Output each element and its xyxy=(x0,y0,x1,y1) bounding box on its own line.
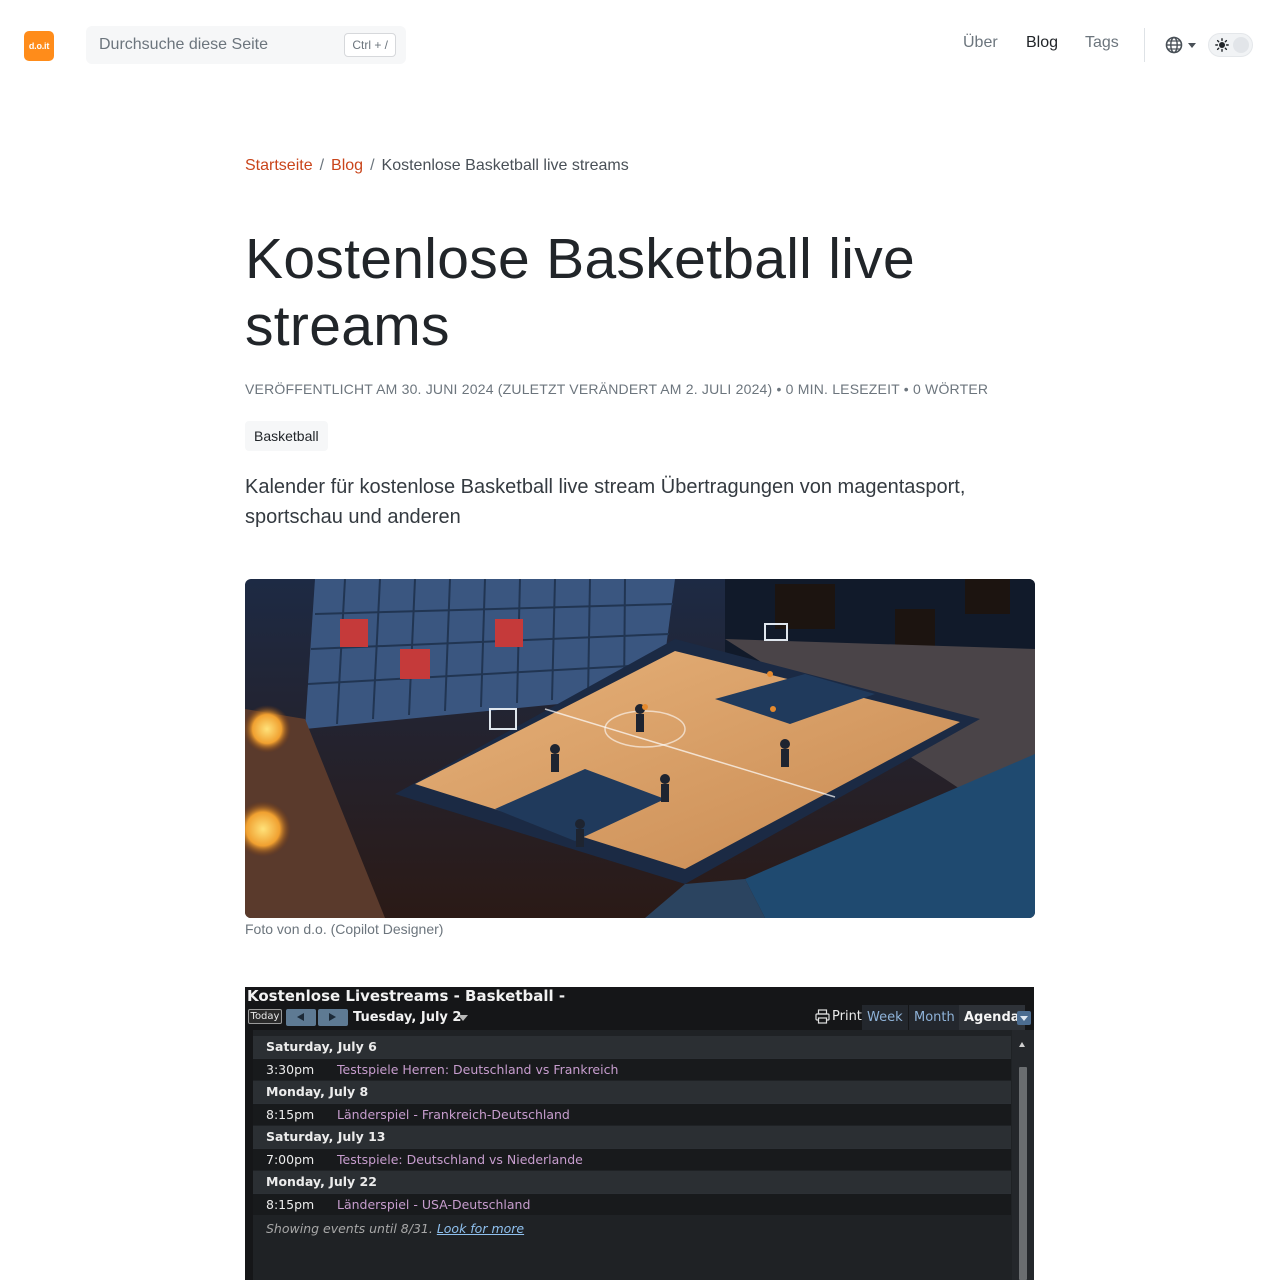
sun-icon xyxy=(1215,38,1229,52)
agenda-event-row[interactable]: 8:15pm Länderspiel - USA-Deutschland xyxy=(253,1193,1011,1215)
nav-link-tags[interactable]: Tags xyxy=(1085,34,1119,52)
article-lead: Kalender für kostenlose Basketball live … xyxy=(245,476,966,528)
event-time: 8:15pm xyxy=(266,1197,315,1212)
breadcrumb-separator: / xyxy=(370,157,375,174)
scroll-up-icon[interactable] xyxy=(1019,1042,1025,1047)
breadcrumb-blog-link[interactable]: Blog xyxy=(331,157,363,174)
language-dropdown-caret-icon[interactable] xyxy=(1188,43,1196,48)
event-title[interactable]: Testspiele Herren: Deutschland vs Frankr… xyxy=(337,1059,618,1080)
chevron-left-icon xyxy=(297,1013,304,1021)
event-title[interactable]: Länderspiel - Frankreich-Deutschland xyxy=(337,1104,570,1125)
nav-link-about[interactable]: Über xyxy=(963,34,998,52)
search-placeholder: Durchsuche diese Seite xyxy=(99,36,268,53)
page-title: Kostenlose Basketball live streams xyxy=(245,227,916,358)
globe-icon[interactable] xyxy=(1165,36,1183,54)
next-button[interactable] xyxy=(318,1009,348,1026)
tag-basketball[interactable]: Basketball xyxy=(245,421,328,451)
agenda-footer: Showing events until 8/31. Look for more xyxy=(266,1221,524,1236)
agenda-event-row[interactable]: 8:15pm Länderspiel - Frankreich-Deutschl… xyxy=(253,1103,1011,1125)
calendar-title: Kostenlose Livestreams - Basketball - xyxy=(247,987,566,1005)
calendar-menu-dropdown[interactable] xyxy=(1017,1011,1031,1025)
agenda-day-header: Saturday, July 13 xyxy=(253,1126,1011,1148)
event-title[interactable]: Länderspiel - USA-Deutschland xyxy=(337,1194,530,1215)
calendar-current-date[interactable]: Tuesday, July 2 xyxy=(353,1010,461,1025)
previous-button[interactable] xyxy=(286,1009,316,1026)
breadcrumb-home-link[interactable]: Startseite xyxy=(245,157,313,174)
article-meta: VERÖFFENTLICHT AM 30. JUNI 2024 (ZULETZT… xyxy=(245,381,989,397)
chevron-right-icon xyxy=(329,1013,336,1021)
nav-link-blog[interactable]: Blog xyxy=(1026,34,1058,52)
agenda-day-header: Saturday, July 6 xyxy=(253,1036,1011,1058)
agenda-scrollbar[interactable] xyxy=(1012,1030,1034,1280)
tab-week[interactable]: Week xyxy=(862,1005,908,1030)
search-shortcut-hint: Ctrl + / xyxy=(344,33,396,57)
look-for-more-link[interactable]: Look for more xyxy=(437,1221,524,1236)
agenda-day-header: Monday, July 8 xyxy=(253,1081,1011,1103)
printer-icon xyxy=(815,1009,830,1024)
event-time: 3:30pm xyxy=(266,1062,315,1077)
agenda-event-row[interactable]: 3:30pm Testspiele Herren: Deutschland vs… xyxy=(253,1058,1011,1080)
event-time: 7:00pm xyxy=(266,1152,315,1167)
event-time: 8:15pm xyxy=(266,1107,315,1122)
scrollbar-thumb[interactable] xyxy=(1019,1067,1027,1280)
site-header: d.o.it Durchsuche diese Seite Ctrl + / Ü… xyxy=(0,0,1280,90)
breadcrumb-separator: / xyxy=(319,157,325,174)
date-picker-caret-icon[interactable] xyxy=(458,1015,468,1021)
print-label: Print xyxy=(832,1009,862,1024)
breadcrumb-current: Kostenlose Basketball live streams xyxy=(381,157,629,174)
image-caption: Foto von d.o. (Copilot Designer) xyxy=(245,921,444,937)
print-button[interactable]: Print xyxy=(815,1009,862,1024)
tab-month[interactable]: Month xyxy=(909,1005,960,1030)
agenda-event-row[interactable]: 7:00pm Testspiele: Deutschland vs Nieder… xyxy=(253,1148,1011,1170)
theme-toggle-knob xyxy=(1233,37,1249,53)
agenda-footer-text: Showing events until 8/31. xyxy=(266,1221,433,1236)
hero-image xyxy=(245,579,1035,918)
header-divider xyxy=(1144,28,1145,62)
site-logo[interactable]: d.o.it xyxy=(24,31,54,61)
search-input[interactable]: Durchsuche diese Seite Ctrl + / xyxy=(86,26,406,64)
breadcrumb: Startseite / Blog / Kostenlose Basketball li… xyxy=(245,157,629,175)
event-title[interactable]: Testspiele: Deutschland vs Niederlande xyxy=(337,1149,583,1170)
agenda-list: Saturday, July 6 3:30pm Testspiele Herre… xyxy=(253,1030,1034,1280)
today-button[interactable]: Today xyxy=(248,1009,282,1024)
agenda-day-header: Monday, July 22 xyxy=(253,1171,1011,1193)
calendar-embed: Kostenlose Livestreams - Basketball - To… xyxy=(245,987,1034,1280)
theme-toggle[interactable] xyxy=(1208,33,1253,57)
tab-agenda[interactable]: Agenda xyxy=(959,1005,1025,1030)
